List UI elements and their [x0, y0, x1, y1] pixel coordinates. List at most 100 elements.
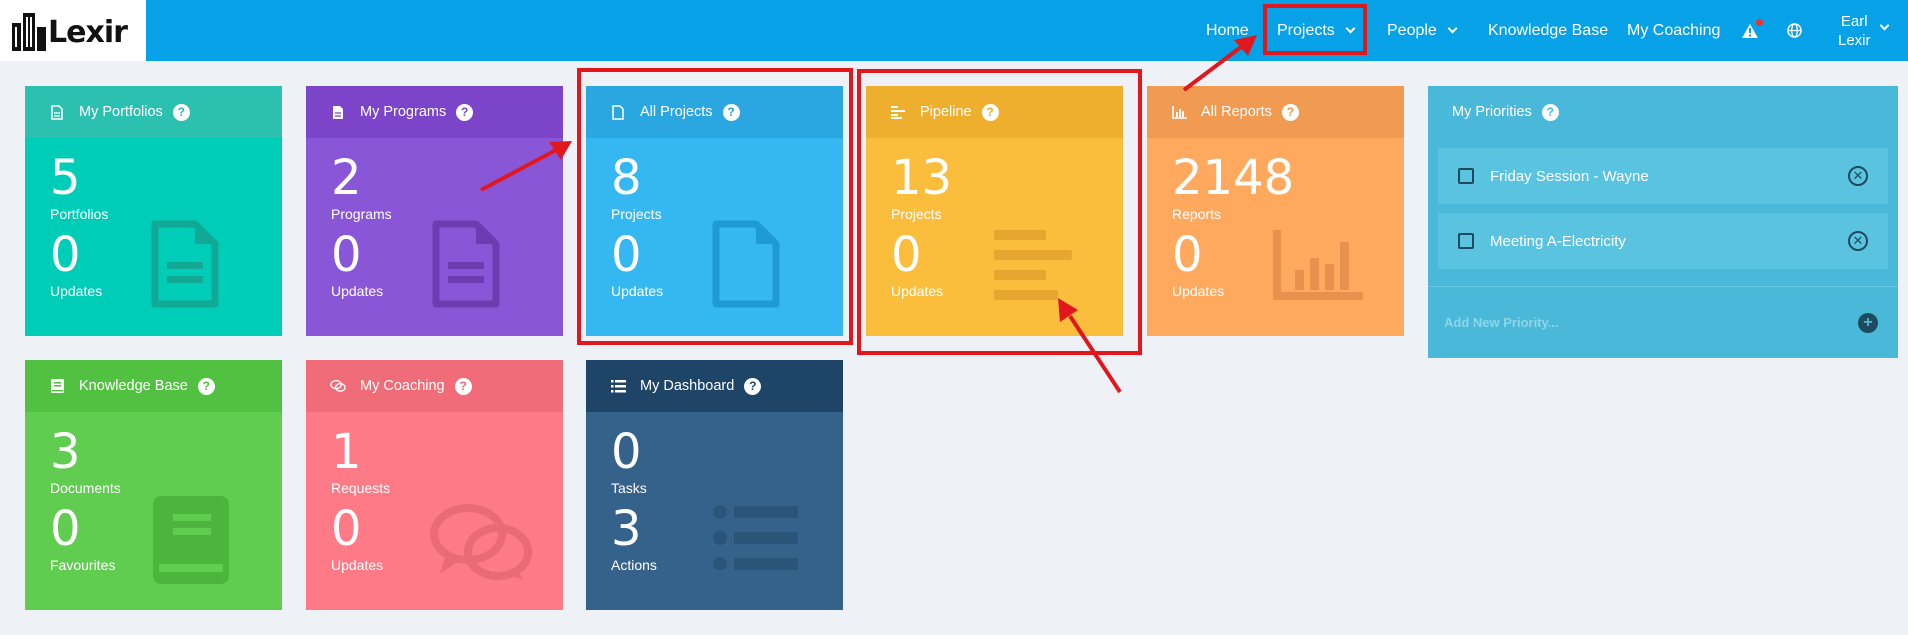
remove-icon[interactable]: ✕ [1848, 166, 1868, 186]
tile-knowledge-base[interactable]: Knowledge Base ? 3 Documents 0 Favourite… [25, 360, 282, 610]
priority-label: Meeting A-Electricity [1490, 232, 1626, 250]
report-count: 2148 [1172, 150, 1295, 206]
priorities-title: My Priorities [1452, 104, 1532, 120]
nav-my-coaching[interactable]: My Coaching [1627, 0, 1720, 61]
bar-chart-background-icon [1273, 230, 1363, 300]
tile-header: My Dashboard ? [586, 360, 843, 412]
nav-home[interactable]: Home [1206, 0, 1249, 61]
nav-knowledge-base-label: Knowledge Base [1488, 21, 1609, 39]
building-logo-icon [12, 12, 46, 51]
document-icon [330, 104, 346, 120]
alert-icon[interactable] [1741, 0, 1763, 61]
update-count: 0 [1172, 227, 1203, 283]
bar-chart-icon [1171, 104, 1187, 120]
update-count: 0 [331, 501, 362, 557]
book-icon [49, 378, 65, 394]
priorities-header: My Priorities ? [1428, 86, 1898, 138]
tile-my-portfolios[interactable]: My Portfolios ? 5 Portfolios 0 Updates [25, 86, 282, 336]
priority-label: Friday Session - Wayne [1490, 167, 1649, 185]
tile-title: Knowledge Base [79, 378, 188, 394]
report-count-label: Reports [1172, 206, 1222, 222]
help-icon[interactable]: ? [456, 103, 474, 121]
help-icon[interactable]: ? [744, 377, 762, 395]
tile-body: 5 Portfolios 0 Updates [25, 138, 282, 336]
help-icon[interactable]: ? [1281, 103, 1299, 121]
nav-people[interactable]: People [1387, 0, 1458, 61]
tile-body: 1 Requests 0 Updates [306, 412, 563, 610]
task-count-label: Tasks [611, 480, 647, 496]
action-count-label: Actions [611, 557, 657, 573]
tile-header: My Coaching ? [306, 360, 563, 412]
tile-body: 2 Programs 0 Updates [306, 138, 563, 336]
portfolio-count: 5 [50, 150, 81, 206]
update-count-label: Updates [331, 557, 384, 573]
update-count-label: Updates [50, 283, 103, 299]
document-count: 3 [50, 424, 81, 480]
globe-icon[interactable] [1787, 0, 1809, 61]
tile-title: My Programs [360, 104, 447, 120]
nav-knowledge-base[interactable]: Knowledge Base [1488, 0, 1608, 61]
tile-body: 3 Documents 0 Favourites [25, 412, 282, 610]
task-count: 0 [611, 424, 642, 480]
help-icon[interactable]: ? [1541, 103, 1559, 121]
program-count: 2 [331, 150, 362, 206]
logo-text: Lexir [48, 15, 128, 50]
nav-my-coaching-label: My Coaching [1627, 21, 1721, 39]
favourite-count: 0 [50, 501, 81, 557]
tile-header: Knowledge Base ? [25, 360, 282, 412]
request-count-label: Requests [331, 480, 391, 496]
favourite-count-label: Favourites [50, 557, 116, 573]
annotation-box-projects [1263, 4, 1367, 55]
comments-icon [330, 378, 346, 394]
list-icon [610, 378, 626, 394]
tile-title: My Coaching [360, 378, 445, 394]
help-icon[interactable]: ? [197, 377, 215, 395]
action-count: 3 [611, 501, 642, 557]
nav-home-label: Home [1206, 21, 1249, 39]
tile-my-programs[interactable]: My Programs ? 2 Programs 0 Updates [306, 86, 563, 336]
remove-icon[interactable]: ✕ [1848, 231, 1868, 251]
document-background-icon [151, 220, 219, 308]
priority-checkbox[interactable] [1458, 233, 1474, 249]
program-count-label: Programs [331, 206, 392, 222]
user-menu[interactable]: Earl Lexir [1838, 0, 1871, 61]
tile-header: All Reports ? [1147, 86, 1404, 138]
add-priority-input[interactable]: Add New Priority... [1444, 315, 1559, 330]
my-priorities-panel: My Priorities ? Friday Session - Wayne ✕… [1428, 86, 1898, 358]
tile-all-reports[interactable]: All Reports ? 2148 Reports 0 Updates [1147, 86, 1404, 336]
priority-item[interactable]: Friday Session - Wayne ✕ [1438, 148, 1888, 204]
tile-title: My Dashboard [640, 378, 735, 394]
tile-my-dashboard[interactable]: My Dashboard ? 0 Tasks 3 Actions [586, 360, 843, 610]
update-count-label: Updates [1172, 283, 1225, 299]
priority-item[interactable]: Meeting A-Electricity ✕ [1438, 213, 1888, 269]
tile-title: My Portfolios [79, 104, 163, 120]
help-icon[interactable]: ? [454, 377, 472, 395]
priority-checkbox[interactable] [1458, 168, 1474, 184]
tile-header: My Programs ? [306, 86, 563, 138]
document-count-label: Documents [50, 480, 121, 496]
user-last-name: Lexir [1838, 31, 1871, 49]
tile-my-coaching[interactable]: My Coaching ? 1 Requests 0 Updates [306, 360, 563, 610]
annotation-box-pipeline [857, 69, 1142, 355]
update-count-label: Updates [331, 283, 384, 299]
add-icon[interactable]: + [1858, 312, 1878, 333]
update-count: 0 [331, 227, 362, 283]
chevron-down-icon[interactable] [1879, 20, 1890, 31]
document-icon [49, 104, 65, 120]
list-background-icon [713, 505, 798, 570]
add-priority-row[interactable]: Add New Priority... + [1428, 286, 1898, 358]
document-background-icon [432, 220, 500, 308]
chevron-down-icon [1447, 23, 1458, 33]
tile-header: My Portfolios ? [25, 86, 282, 138]
annotation-box-all-projects [577, 68, 853, 345]
help-icon[interactable]: ? [172, 103, 190, 121]
brand-logo[interactable]: Lexir [0, 0, 146, 61]
request-count: 1 [331, 424, 362, 480]
portfolio-count-label: Portfolios [50, 206, 109, 222]
tile-body: 0 Tasks 3 Actions [586, 412, 843, 610]
book-background-icon [153, 496, 229, 584]
notification-dot [1756, 19, 1763, 26]
tile-title: All Reports [1201, 104, 1272, 120]
top-navigation-bar: Lexir Home Projects People Knowledge Bas… [0, 0, 1908, 61]
tile-body: 2148 Reports 0 Updates [1147, 138, 1404, 336]
